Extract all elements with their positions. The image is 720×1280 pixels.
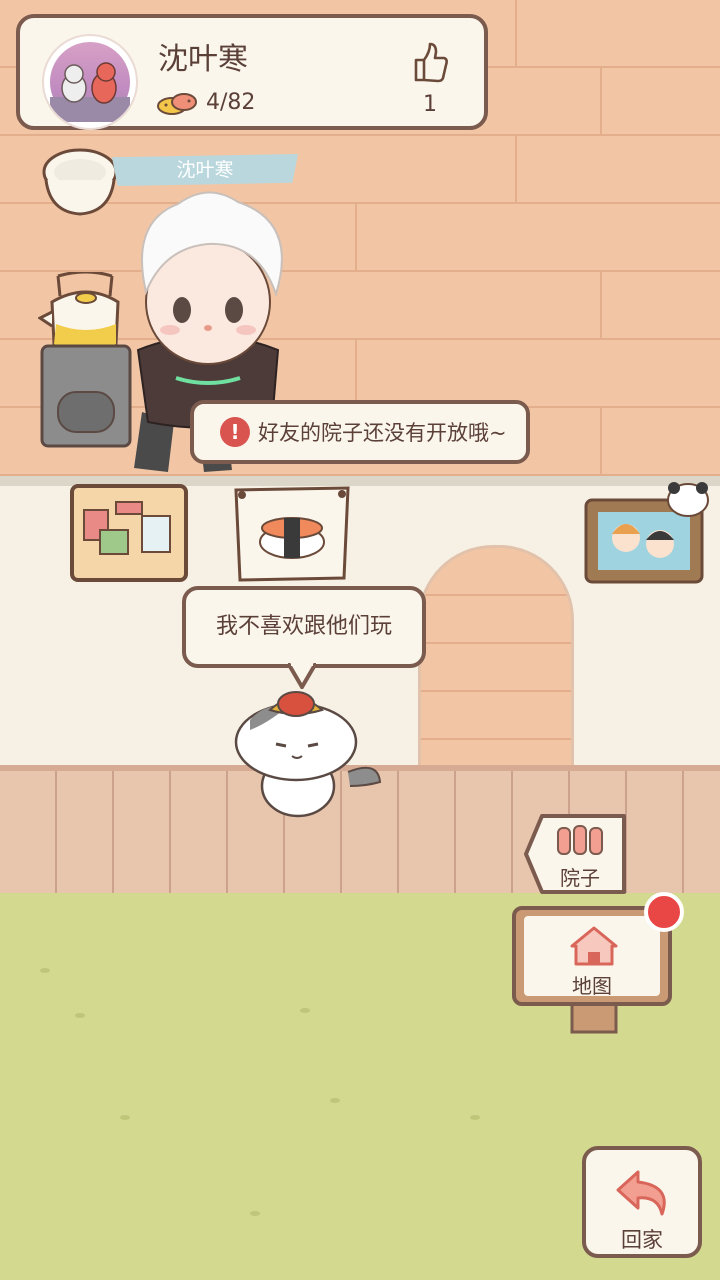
brick-line	[600, 68, 602, 134]
thumbs-up-icon[interactable]	[408, 40, 450, 84]
home-button-label[interactable]: 回家	[586, 1224, 698, 1254]
archway	[418, 545, 574, 773]
brick-line	[355, 340, 357, 406]
brick-line	[600, 272, 602, 338]
yard-button-label[interactable]: 院子	[548, 862, 612, 891]
avatar-image	[50, 42, 130, 122]
cat-character[interactable]	[226, 690, 386, 822]
home-button[interactable]: 回家	[582, 1146, 702, 1258]
notification-dot	[644, 892, 684, 932]
like-count: 1	[423, 92, 437, 117]
grass-tuft	[120, 1115, 130, 1120]
toast-message: 好友的院子还没有开放哦~	[258, 421, 507, 445]
grass-tuft	[250, 1211, 260, 1216]
sushi-poster-icon[interactable]	[232, 486, 352, 582]
avatar[interactable]	[42, 34, 138, 130]
avatar-cats-icon	[50, 62, 130, 122]
brick-line	[515, 0, 517, 66]
brick-line	[515, 136, 517, 202]
photo-frame-icon[interactable]	[584, 482, 714, 586]
notice-board-icon[interactable]	[70, 484, 188, 582]
fish-count: 4/82	[206, 90, 256, 115]
speech-bubble: 我不喜欢跟他们玩	[182, 586, 426, 668]
grass-tuft	[470, 1115, 480, 1120]
map-button-label[interactable]: 地图	[554, 970, 630, 999]
dried-fish-icon	[157, 93, 197, 115]
alert-icon: !	[220, 417, 250, 447]
grass-tuft	[75, 1013, 85, 1018]
grass-tuft	[330, 1098, 340, 1103]
player-name: 沈叶寒	[158, 42, 248, 77]
brick-line	[600, 408, 602, 474]
speech-bubble-tail	[288, 663, 316, 689]
brick-line	[355, 204, 357, 270]
grass-tuft	[300, 1008, 310, 1013]
grass-tuft	[40, 968, 50, 973]
return-arrow-icon	[616, 1170, 666, 1216]
profile-card[interactable]: 沈叶寒 4/82 1	[16, 14, 488, 130]
toast-notification: ! 好友的院子还没有开放哦~	[190, 400, 530, 464]
